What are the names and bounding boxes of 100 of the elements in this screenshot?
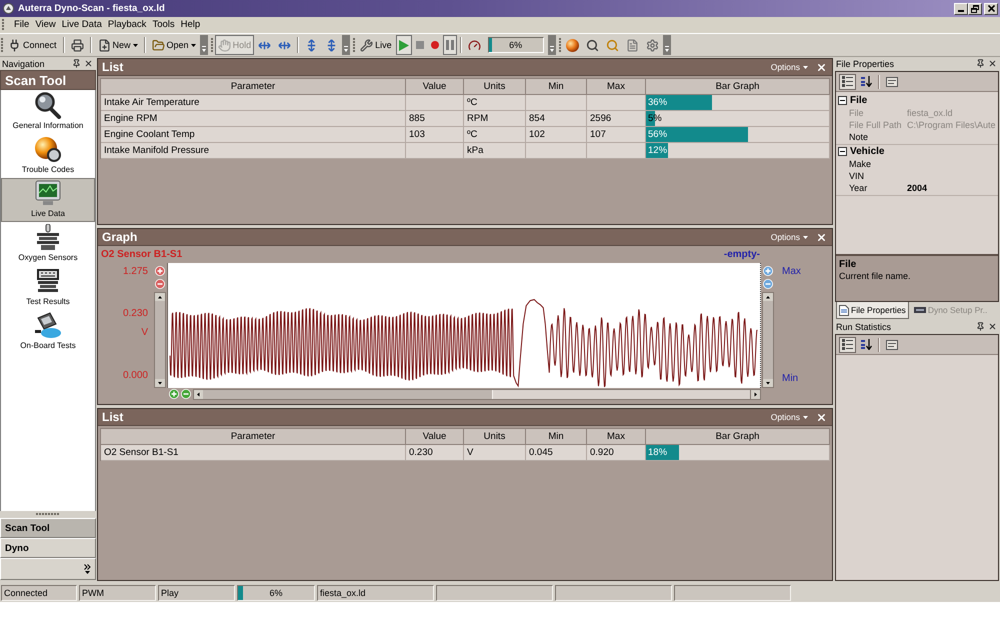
column-header: Bar Graph <box>646 79 830 95</box>
table-cell: ºC <box>464 95 526 111</box>
nav-item[interactable]: Trouble Codes <box>1 134 95 178</box>
sensor-icon <box>34 224 62 251</box>
minus-icon[interactable] <box>763 279 773 289</box>
nav-item[interactable]: Oxygen Sensors <box>1 222 95 266</box>
down-arrow-icon[interactable] <box>763 379 773 387</box>
options-button[interactable]: Options <box>770 61 808 73</box>
toolbar-options-icon[interactable] <box>662 35 671 55</box>
splitter-grip-icon[interactable] <box>36 513 60 516</box>
pin-icon[interactable] <box>976 322 985 331</box>
nav-item[interactable]: General Information <box>1 90 95 134</box>
property-value: C:\Program Files\Aute <box>907 120 996 130</box>
table-cell: 0.230 <box>406 445 464 461</box>
caret-icon <box>803 66 808 68</box>
toolbar-button[interactable]: Connect <box>5 35 60 55</box>
up-arrow-icon[interactable] <box>155 293 165 301</box>
table-cell: RPM <box>464 111 526 127</box>
property-name: Make <box>849 158 872 170</box>
vertical-scrollbar[interactable] <box>154 292 166 388</box>
progress-text: 6% <box>270 587 282 600</box>
vertical-scrollbar[interactable] <box>762 292 774 388</box>
grip-icon[interactable] <box>210 38 214 52</box>
collapse-icon[interactable] <box>838 96 847 105</box>
scrollbar-thumb[interactable] <box>492 390 751 398</box>
toolbar-options-icon[interactable] <box>548 35 556 55</box>
close-icon[interactable] <box>816 412 827 422</box>
gauge-icon <box>468 38 481 52</box>
toolbar-options-icon[interactable] <box>200 35 208 55</box>
toolbar-button[interactable] <box>839 74 856 90</box>
pin-icon[interactable] <box>976 59 985 68</box>
hand-icon <box>218 38 231 52</box>
plus-icon[interactable] <box>763 266 773 276</box>
trace-label: -empty- <box>724 248 760 260</box>
table-cell: Intake Air Temperature <box>101 95 406 111</box>
table-cell: 854 <box>526 111 587 127</box>
toolbar-button[interactable]: Live <box>357 35 395 55</box>
axis-label: 1.275 <box>122 267 148 277</box>
menu-item[interactable]: Tools <box>149 18 178 32</box>
table-cell: ºC <box>464 127 526 143</box>
nav-item[interactable]: Test Results <box>1 266 95 310</box>
menu-item[interactable]: File <box>11 18 32 32</box>
nav-section-button[interactable]: Dyno <box>0 538 96 558</box>
close-icon[interactable] <box>816 232 827 242</box>
new-document-icon <box>98 38 111 52</box>
grip-icon[interactable] <box>2 19 5 31</box>
panel-title: List <box>102 60 124 74</box>
menu-item[interactable]: Playback <box>104 18 150 32</box>
menu-item[interactable]: Live Data <box>58 18 105 32</box>
column-header: Parameter <box>101 429 406 445</box>
double-chevron-icon[interactable] <box>84 564 91 574</box>
plus-icon[interactable] <box>169 389 179 399</box>
close-icon[interactable] <box>988 322 997 331</box>
collapse-icon[interactable] <box>838 147 847 156</box>
menu-item[interactable]: View <box>32 18 59 32</box>
table-cell <box>526 143 587 159</box>
toolbar-button[interactable] <box>858 336 875 352</box>
column-header: Min <box>526 79 587 95</box>
close-icon[interactable] <box>816 62 827 72</box>
category-list-icon <box>842 76 853 87</box>
property-name: Note <box>849 132 868 142</box>
options-button[interactable]: Options <box>770 411 808 423</box>
restore-button[interactable] <box>968 2 982 14</box>
window-title: Auterra Dyno-Scan - fiesta_ox.ld <box>18 2 165 14</box>
horizontal-scrollbar[interactable] <box>193 388 761 400</box>
options-button[interactable]: Options <box>770 231 808 243</box>
column-header: Max <box>587 79 646 95</box>
plug-icon <box>8 38 21 52</box>
grip-icon[interactable] <box>558 38 562 52</box>
menu-item[interactable]: Help <box>178 18 204 32</box>
axis-label: 0.000 <box>122 371 148 381</box>
record-icon <box>430 41 439 49</box>
grip-icon[interactable] <box>1 38 4 52</box>
pin-icon[interactable] <box>72 59 81 68</box>
table-cell <box>526 95 587 111</box>
plus-icon[interactable] <box>155 266 165 276</box>
toolbar-button[interactable]: New <box>94 35 141 55</box>
toolbar-button[interactable] <box>839 336 856 352</box>
toolbar-button[interactable]: Open <box>148 35 199 55</box>
toolbar-button[interactable] <box>858 74 875 90</box>
grip-icon[interactable] <box>353 38 356 52</box>
nav-item[interactable]: Live Data <box>1 178 95 222</box>
up-arrow-icon[interactable] <box>763 293 773 301</box>
table-cell: 0.045 <box>526 445 587 461</box>
wrench-icon <box>360 38 374 52</box>
status-cell: Play <box>158 585 235 601</box>
minus-icon[interactable] <box>155 279 165 289</box>
close-button[interactable] <box>984 2 998 14</box>
table-cell: O2 Sensor B1-S1 <box>101 445 406 461</box>
nav-item[interactable]: On-Board Tests <box>1 310 95 354</box>
table-cell: 102 <box>526 127 587 143</box>
close-icon[interactable] <box>988 59 997 68</box>
down-arrow-icon[interactable] <box>155 379 165 387</box>
nav-section-button[interactable]: Scan Tool <box>0 518 96 538</box>
minimize-button[interactable] <box>954 2 968 14</box>
close-icon[interactable] <box>84 59 93 68</box>
property-pages-icon <box>886 76 898 86</box>
toolbar-options-icon[interactable] <box>342 35 350 55</box>
pause-icon <box>446 40 454 50</box>
tab[interactable]: File Properties <box>836 302 909 319</box>
